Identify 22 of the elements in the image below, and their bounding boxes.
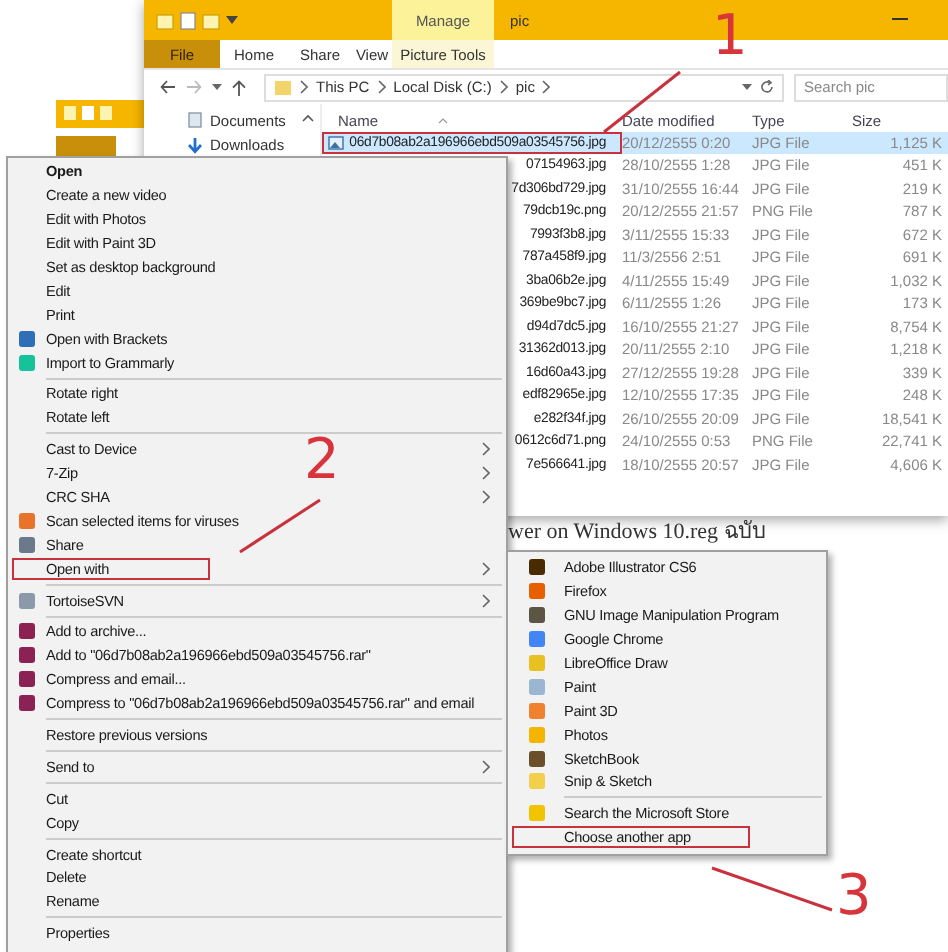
minimize-icon[interactable] (892, 18, 908, 22)
chevron-up-icon[interactable] (302, 114, 314, 122)
chevron-right-icon (542, 80, 551, 94)
dropdown-icon[interactable] (226, 15, 238, 25)
up-arrow-icon[interactable] (232, 79, 246, 95)
chevron-right-icon (499, 80, 508, 94)
leader-line (711, 866, 833, 912)
download-icon (188, 137, 202, 154)
folder-icon (274, 79, 292, 95)
refresh-icon[interactable] (760, 80, 774, 94)
leader-line (239, 498, 321, 554)
back-icon[interactable] (160, 80, 176, 94)
chevron-right-icon (377, 80, 386, 94)
dropdown-icon[interactable] (212, 83, 222, 91)
dropdown-icon[interactable] (742, 83, 752, 91)
document-icon (188, 112, 202, 129)
step-number: 2 (304, 432, 340, 488)
article-text: wer on Windows 10.reg ฉบับ (508, 518, 766, 548)
chevron-right-icon (300, 80, 308, 94)
step-number: 3 (836, 868, 872, 924)
document-icon[interactable] (180, 11, 196, 29)
image-file-icon (327, 135, 344, 150)
